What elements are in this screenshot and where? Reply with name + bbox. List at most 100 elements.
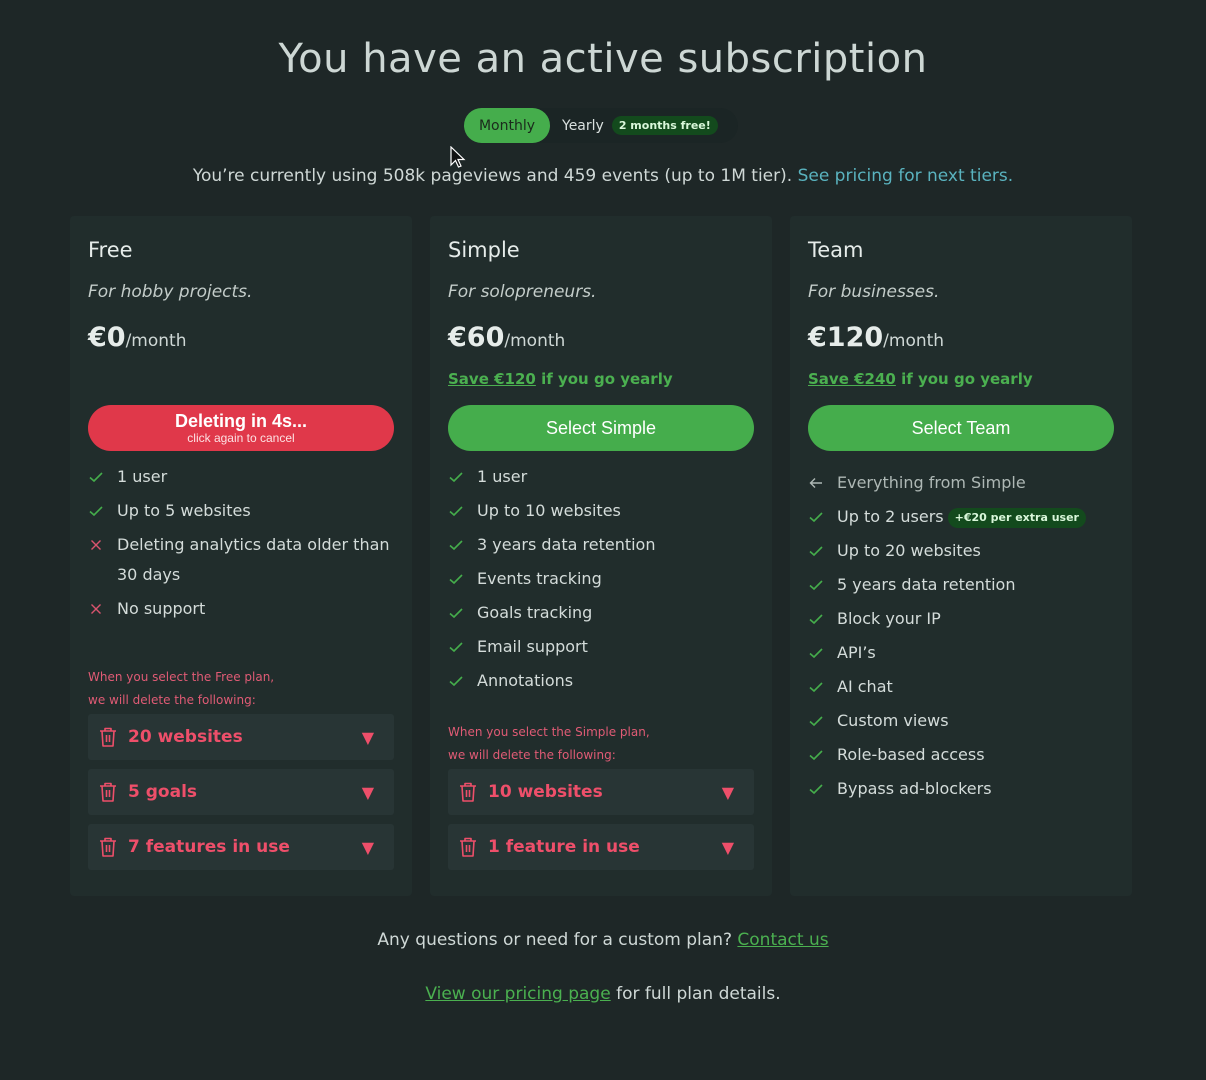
feature-item: Up to 20 websites bbox=[808, 536, 1118, 566]
check-icon bbox=[449, 676, 463, 687]
deletion-row-websites[interactable]: 10 websites ▼ bbox=[448, 769, 754, 815]
feature-item: Custom views bbox=[808, 706, 1118, 736]
price-amount: €0 bbox=[88, 322, 126, 353]
feature-item: No support bbox=[88, 594, 398, 624]
contact-link[interactable]: Contact us bbox=[737, 930, 828, 950]
check-icon bbox=[809, 716, 823, 727]
check-icon bbox=[449, 642, 463, 653]
plan-card-simple: Simple For solopreneurs. €60/month Save … bbox=[430, 216, 772, 896]
x-icon bbox=[91, 540, 101, 550]
feature-item: Bypass ad-blockers bbox=[808, 774, 1118, 804]
contact-footer: Any questions or need for a custom plan?… bbox=[377, 930, 829, 950]
check-icon bbox=[809, 546, 823, 557]
check-icon bbox=[809, 648, 823, 659]
next-tiers-link[interactable]: See pricing for next tiers. bbox=[798, 166, 1014, 186]
feature-item: Role-based access bbox=[808, 740, 1118, 770]
pricing-footer: View our pricing page for full plan deta… bbox=[425, 984, 781, 1004]
caret-down-icon: ▼ bbox=[721, 782, 734, 802]
select-simple-button[interactable]: Select Simple bbox=[448, 405, 754, 451]
check-icon bbox=[89, 472, 103, 483]
check-icon bbox=[809, 512, 823, 523]
feature-item: Up to 2 users +€20 per extra user bbox=[808, 502, 1118, 532]
trash-icon bbox=[100, 837, 116, 857]
feature-list: Everything from Simple Up to 2 users +€20… bbox=[808, 468, 1118, 808]
plan-price: €0/month bbox=[88, 322, 186, 353]
plan-name: Simple bbox=[448, 238, 520, 262]
deleting-countdown-label: Deleting in 4s... bbox=[174, 411, 308, 431]
deletion-warning: When you select the Simple plan, we will… bbox=[448, 725, 650, 762]
usage-summary: You’re currently using 508k pageviews an… bbox=[0, 166, 1206, 186]
price-period: /month bbox=[504, 331, 566, 351]
deletion-label: 5 goals bbox=[128, 782, 198, 802]
deletion-warning: When you select the Free plan, we will d… bbox=[88, 670, 275, 707]
select-team-button[interactable]: Select Team bbox=[808, 405, 1114, 451]
plan-tagline: For solopreneurs. bbox=[448, 282, 597, 302]
feature-item: Up to 5 websites bbox=[88, 496, 398, 526]
feature-item: Up to 10 websites bbox=[448, 496, 758, 526]
check-icon bbox=[449, 506, 463, 517]
plan-tagline: For hobby projects. bbox=[88, 282, 253, 302]
yearly-toggle-button[interactable]: Yearly 2 months free! bbox=[562, 108, 718, 143]
check-icon bbox=[449, 472, 463, 483]
yearly-discount-badge: 2 months free! bbox=[611, 116, 718, 135]
caret-down-icon: ▼ bbox=[721, 837, 734, 857]
check-icon bbox=[809, 682, 823, 693]
extra-user-price-badge: +€20 per extra user bbox=[947, 507, 1086, 528]
cancel-deletion-button[interactable]: Deleting in 4s... click again to cancel bbox=[88, 405, 394, 451]
feature-item: Email support bbox=[448, 632, 758, 662]
yearly-savings: Save €240 if you go yearly bbox=[808, 370, 1033, 388]
billing-toggle: Monthly Yearly 2 months free! bbox=[464, 108, 738, 143]
check-icon bbox=[809, 614, 823, 625]
page-title: You have an active subscription bbox=[278, 36, 928, 82]
trash-icon bbox=[100, 727, 116, 747]
savings-link[interactable]: Save €120 bbox=[448, 370, 536, 388]
feature-item: Block your IP bbox=[808, 604, 1118, 634]
plan-price: €120/month bbox=[808, 322, 944, 353]
check-icon bbox=[809, 784, 823, 795]
deletion-row-websites[interactable]: 20 websites ▼ bbox=[88, 714, 394, 760]
price-period: /month bbox=[883, 331, 945, 351]
savings-link[interactable]: Save €240 bbox=[808, 370, 896, 388]
feature-item: Annotations bbox=[448, 666, 758, 696]
yearly-label: Yearly bbox=[562, 117, 604, 134]
price-period: /month bbox=[125, 331, 187, 351]
caret-down-icon: ▼ bbox=[361, 837, 374, 857]
deletion-label: 7 features in use bbox=[128, 837, 290, 857]
feature-item: Deleting analytics data older than 30 da… bbox=[88, 530, 398, 590]
caret-down-icon: ▼ bbox=[361, 727, 374, 747]
check-icon bbox=[449, 574, 463, 585]
check-icon bbox=[449, 540, 463, 551]
plan-price: €60/month bbox=[448, 322, 565, 353]
cancel-hint-label: click again to cancel bbox=[187, 431, 295, 445]
deletion-row-goals[interactable]: 5 goals ▼ bbox=[88, 769, 394, 815]
plan-card-team: Team For businesses. €120/month Save €24… bbox=[790, 216, 1132, 896]
feature-item: 3 years data retention bbox=[448, 530, 758, 560]
plan-name: Free bbox=[88, 238, 133, 262]
pricing-page-link[interactable]: View our pricing page bbox=[425, 984, 610, 1004]
monthly-toggle-button[interactable]: Monthly bbox=[464, 108, 550, 143]
feature-item: Events tracking bbox=[448, 564, 758, 594]
price-amount: €120 bbox=[808, 322, 884, 353]
trash-icon bbox=[460, 837, 476, 857]
arrow-left-icon bbox=[809, 478, 822, 488]
check-icon bbox=[809, 750, 823, 761]
x-icon bbox=[91, 604, 101, 614]
everything-from-simple: Everything from Simple bbox=[808, 468, 1118, 498]
deletion-label: 20 websites bbox=[128, 727, 243, 747]
deletion-row-features[interactable]: 1 feature in use ▼ bbox=[448, 824, 754, 870]
feature-item: 1 user bbox=[448, 462, 758, 492]
usage-text: You’re currently using 508k pageviews an… bbox=[192, 166, 793, 186]
trash-icon bbox=[100, 782, 116, 802]
caret-down-icon: ▼ bbox=[361, 782, 374, 802]
check-icon bbox=[449, 608, 463, 619]
deletion-row-features[interactable]: 7 features in use ▼ bbox=[88, 824, 394, 870]
check-icon bbox=[89, 506, 103, 517]
plan-card-free: Free For hobby projects. €0/month Deleti… bbox=[70, 216, 412, 896]
feature-item: Goals tracking bbox=[448, 598, 758, 628]
plan-tagline: For businesses. bbox=[808, 282, 940, 302]
feature-item: AI chat bbox=[808, 672, 1118, 702]
price-amount: €60 bbox=[448, 322, 505, 353]
yearly-savings: Save €120 if you go yearly bbox=[448, 370, 673, 388]
feature-list: 1 user Up to 5 websites Deleting analyti… bbox=[88, 462, 398, 628]
feature-item: API’s bbox=[808, 638, 1118, 668]
